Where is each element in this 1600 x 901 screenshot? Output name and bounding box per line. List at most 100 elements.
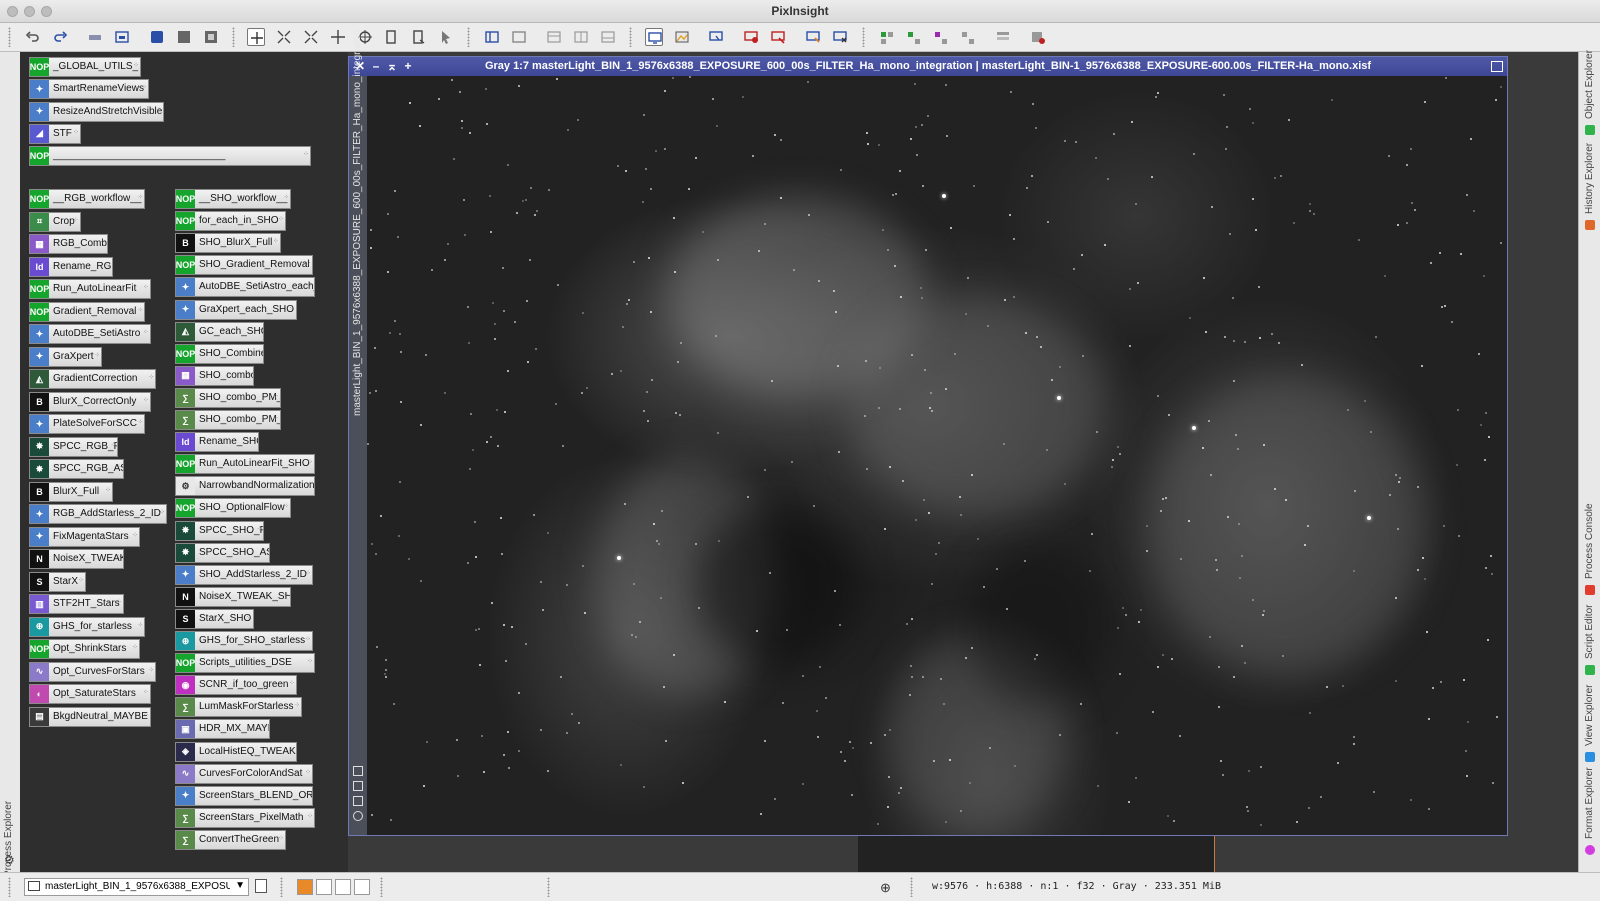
- stf-auto-icon[interactable]: [804, 28, 822, 46]
- chevron-down-icon[interactable]: ▼: [235, 880, 245, 891]
- process-icon-col1-22[interactable]: ◐ Opt_SaturateStars ⁘: [29, 684, 151, 704]
- process-icon-col1-2[interactable]: ▦ RGB_Combo ⁘: [29, 234, 108, 254]
- mask-show-icon[interactable]: [742, 28, 760, 46]
- crosshair-icon[interactable]: ⊕: [880, 880, 891, 896]
- channel-swatch-3[interactable]: [335, 879, 351, 895]
- process-icon-col1-6[interactable]: ✦ AutoDBE_SetiAstro ⁘: [29, 324, 151, 344]
- process-icon-col1-4[interactable]: NOP Run_AutoLinearFit ⁘: [29, 279, 151, 299]
- image-canvas[interactable]: [367, 76, 1507, 835]
- process-icon-col1-14[interactable]: ✦ RGB_AddStarless_2_ID ⁘: [29, 504, 167, 524]
- image-stretch-icon[interactable]: [673, 28, 691, 46]
- process-icon-col1-10[interactable]: ✦ PlateSolveForSCC ⁘: [29, 414, 146, 434]
- process-icon-col2-9[interactable]: ∑ SHO_combo_PM_A ⁘: [175, 387, 281, 408]
- layout-alt-icon[interactable]: [510, 28, 528, 46]
- history-icon[interactable]: [86, 28, 104, 46]
- process-icon-col2-13[interactable]: ⚙ NarrowbandNormalization ⁘: [175, 476, 315, 497]
- process-icon-col1-18[interactable]: ▥ STF2HT_Stars ⁘: [29, 594, 124, 614]
- process-icon-col1-15[interactable]: ✦ FixMagentaStars ⁘: [29, 526, 140, 547]
- process-icon-col2-3[interactable]: NOP SHO_Gradient_Removal ⁘: [175, 255, 313, 276]
- process-icon-col2-5[interactable]: ✦ GraXpert_each_SHO ⁘: [175, 299, 297, 320]
- process-icon-top-2[interactable]: ✦ ResizeAndStretchVisible ⁘: [29, 101, 164, 122]
- extract-icon[interactable]: [202, 28, 220, 46]
- mask-link-icon[interactable]: [353, 766, 363, 776]
- process-icon-col2-23[interactable]: ∑ LumMaskForStarless ⁘: [175, 697, 303, 718]
- process-icon-col2-25[interactable]: ◈ LocalHistEQ_TWEAK ⁘: [175, 741, 297, 762]
- view-explorer-tab[interactable]: View Explorer: [1579, 682, 1600, 764]
- channel-green-icon[interactable]: [932, 28, 950, 46]
- history-explorer-tab[interactable]: History Explorer: [1579, 142, 1600, 232]
- script-editor-tab[interactable]: Script Editor: [1579, 602, 1600, 677]
- iconize-icon[interactable]: [599, 28, 617, 46]
- preview-link-icon[interactable]: [353, 781, 363, 791]
- process-icon-top-3[interactable]: ◢ STF ⁘: [29, 123, 81, 144]
- duplicate-icon[interactable]: [175, 28, 193, 46]
- layout-icon[interactable]: [483, 28, 501, 46]
- object-explorer-tab[interactable]: Object Explorer: [1579, 50, 1600, 137]
- edit-preview-icon[interactable]: [410, 28, 428, 46]
- mask-hide-icon[interactable]: [769, 28, 787, 46]
- process-icon-col1-1[interactable]: ⌗ Crop ⁘: [29, 211, 81, 232]
- channel-alpha-icon[interactable]: [1029, 28, 1047, 46]
- process-icon-col2-7[interactable]: NOP SHO_Combine ⁘: [175, 343, 265, 364]
- process-icon-col1-12[interactable]: ✸ SPCC_RGB_ASG⁘: [29, 459, 124, 479]
- process-icon-col1-0[interactable]: NOP __RGB_workflow__ ⁘: [29, 189, 146, 209]
- channel-rgb-icon[interactable]: [878, 28, 896, 46]
- channel-swatch-2[interactable]: [316, 879, 332, 895]
- color-profile-icon[interactable]: [353, 811, 363, 821]
- gear-icon[interactable]: ⚙: [4, 854, 16, 866]
- undo-icon[interactable]: [24, 28, 42, 46]
- process-icon-col2-18[interactable]: N NoiseX_TWEAK_SHO ⁘: [175, 586, 292, 607]
- process-icon-col1-3[interactable]: Id Rename_RGB ⁘: [29, 256, 113, 277]
- format-explorer-tab[interactable]: Format Explorer: [1579, 767, 1600, 857]
- process-icon-col1-13[interactable]: B BlurX_Full ⁘: [29, 481, 113, 502]
- process-icon-top-0[interactable]: NOP _GLOBAL_UTILS_ ⁘: [29, 57, 141, 77]
- process-icon-col2-11[interactable]: Id Rename_SHO ⁘: [175, 432, 259, 453]
- restore-icon[interactable]: [1491, 61, 1503, 72]
- view-selector[interactable]: masterLight_BIN_1_9576x6388_EXPOSURE_600…: [24, 878, 249, 896]
- readout-mode-icon[interactable]: [247, 28, 265, 46]
- process-icon-col2-17[interactable]: ✦ SHO_AddStarless_2_ID ⁘: [175, 564, 313, 585]
- channel-blue-icon[interactable]: [959, 28, 977, 46]
- zoom-fit-icon[interactable]: [275, 28, 293, 46]
- process-icon-col1-7[interactable]: ✦ GraXpert ⁘: [29, 346, 103, 367]
- process-icon-col1-16[interactable]: N NoiseX_TWEAK ⁘: [29, 549, 124, 569]
- process-icon-col1-21[interactable]: ∿ Opt_CurvesForStars ⁘: [29, 661, 157, 682]
- astrometry-icon[interactable]: [353, 796, 363, 806]
- process-icon-col2-24[interactable]: ▣ HDR_MX_MAYBE⁘: [175, 719, 270, 740]
- monitor-icon[interactable]: [707, 28, 725, 46]
- process-icon-col2-16[interactable]: ✸ SPCC_SHO_ASG⁘: [175, 542, 270, 563]
- process-icon-col2-19[interactable]: S StarX_SHO ⁘: [175, 608, 254, 629]
- tile-icon[interactable]: [545, 28, 563, 46]
- process-icon-col2-10[interactable]: ∑ SHO_combo_PM_B ⁘: [175, 410, 281, 430]
- process-icon-col2-2[interactable]: B SHO_BlurX_Full ⁘: [175, 233, 281, 254]
- process-icon-col1-8[interactable]: ◭ GradientCorrection ⁘: [29, 369, 157, 389]
- process-explorer-tab[interactable]: Process Explorer ⚙: [0, 52, 21, 877]
- redo-icon[interactable]: [51, 28, 69, 46]
- new-image-icon[interactable]: [148, 28, 166, 46]
- channel-swatch-orange[interactable]: [297, 879, 313, 895]
- process-icon-col1-20[interactable]: NOP Opt_ShrinkStars ⁘: [29, 639, 140, 659]
- process-icon-col1-5[interactable]: NOP Gradient_Removal ⁘: [29, 301, 146, 322]
- process-icon-col2-20[interactable]: ⊕ GHS_for_SHO_starless ⁘: [175, 631, 313, 651]
- process-icon-col2-27[interactable]: ✦ ScreenStars_BLEND_OR ⁘: [175, 785, 313, 806]
- image-window-titlebar[interactable]: ✕ – ⌅ + Gray 1:7 masterLight_BIN_1_9576x…: [349, 57, 1507, 76]
- view-lock-icon[interactable]: [255, 879, 267, 893]
- process-icon-col1-23[interactable]: ▤ BkgdNeutral_MAYBE ⁘: [29, 706, 151, 727]
- process-console-tab[interactable]: Process Console: [1579, 503, 1600, 597]
- channel-red-icon[interactable]: [905, 28, 923, 46]
- process-icon-col2-26[interactable]: ∿ CurvesForColorAndSat ⁘: [175, 763, 313, 784]
- image-identifier-tab[interactable]: masterLight_BIN_1_9576x6388_EXPOSURE_600…: [349, 30, 367, 835]
- cascade-icon[interactable]: [572, 28, 590, 46]
- print-icon[interactable]: [113, 28, 131, 46]
- process-icon-col2-21[interactable]: NOP Scripts_utilities_DSE ⁘: [175, 653, 315, 674]
- process-icon-col2-4[interactable]: ✦ AutoDBE_SetiAstro_each_SHO⁘: [175, 277, 315, 298]
- process-icon-col1-11[interactable]: ✸ SPCC_RGB_PF⁘: [29, 436, 119, 457]
- process-icon-col2-0[interactable]: NOP __SHO_workflow__ ⁘: [175, 189, 292, 209]
- process-icon-col2-29[interactable]: ∑ ConvertTheGreen ⁘: [175, 829, 286, 850]
- process-icon-col2-15[interactable]: ✸ SPCC_SHO_PF⁘: [175, 520, 265, 541]
- channel-lum-icon[interactable]: [994, 28, 1012, 46]
- channel-swatch-4[interactable]: [354, 879, 370, 895]
- process-icon-col2-28[interactable]: ∑ ScreenStars_PixelMath ⁘: [175, 807, 315, 828]
- process-icon-col2-1[interactable]: NOP for_each_in_SHO ⁘: [175, 211, 286, 232]
- pointer-icon[interactable]: [437, 28, 455, 46]
